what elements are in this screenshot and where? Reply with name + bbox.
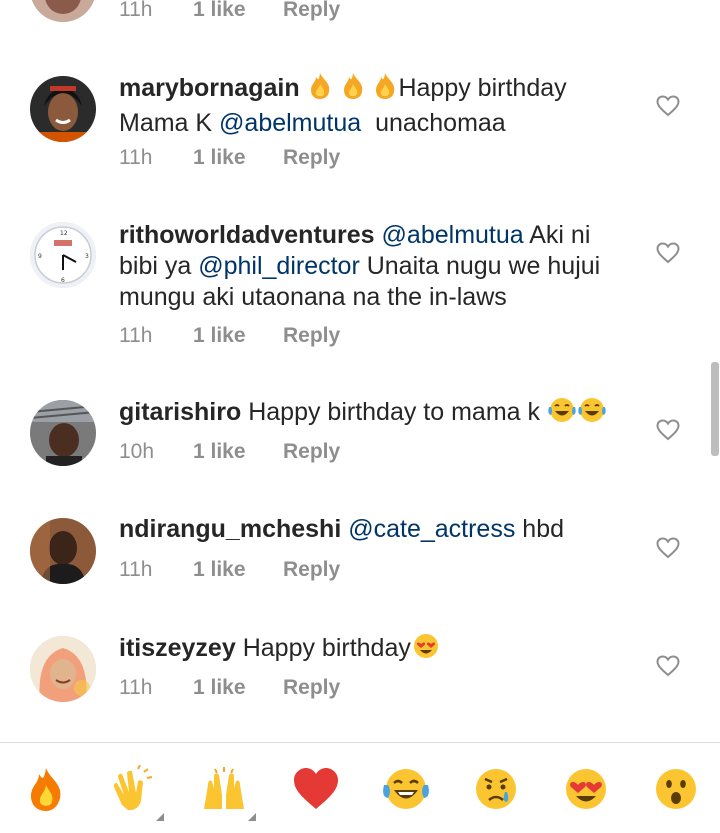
fire-icon	[340, 72, 366, 108]
reply-button[interactable]: Reply	[283, 675, 340, 701]
crying-face-icon[interactable]	[472, 765, 520, 813]
avatar[interactable]: 12 9 3 6	[30, 222, 96, 288]
comment-meta: 11h 1 like Reply	[119, 675, 340, 701]
comment-username[interactable]: ndirangu_mcheshi	[119, 515, 341, 543]
skin-tone-indicator	[156, 813, 164, 821]
reply-button[interactable]: Reply	[283, 557, 340, 583]
avatar[interactable]	[30, 76, 96, 142]
mention-link[interactable]: @abelmutua	[219, 109, 361, 137]
scrollbar[interactable]	[711, 362, 719, 456]
comment-username[interactable]: marybornagain	[119, 74, 300, 102]
mention-link[interactable]: @abelmutua	[382, 221, 524, 249]
heart-eyes-icon[interactable]	[562, 765, 610, 813]
mention-link[interactable]: @phil_director	[198, 252, 360, 280]
fire-icon	[372, 72, 398, 108]
heart-eyes-icon	[411, 632, 441, 668]
comment-text: rithoworldadventures @abelmutua Aki ni b…	[119, 220, 629, 313]
comment-likes[interactable]: 1 like	[193, 557, 283, 583]
comment-likes[interactable]: 1 like	[193, 323, 283, 349]
svg-text:9: 9	[38, 253, 42, 260]
svg-text:3: 3	[85, 253, 89, 260]
reply-button[interactable]: Reply	[283, 145, 340, 171]
raising-hands-icon[interactable]	[200, 765, 256, 821]
comment-likes[interactable]: 1 like	[193, 0, 283, 23]
comment-list[interactable]: 11h 1 like Reply marybornagain Happy birth…	[0, 0, 720, 742]
comment-body: unachomaa	[361, 109, 506, 137]
comment-time: 11h	[119, 676, 153, 699]
comment-text: itiszeyzey Happy birthday	[119, 632, 629, 668]
comment-username[interactable]: gitarishiro	[119, 398, 241, 426]
red-heart-icon[interactable]	[292, 765, 340, 813]
surprised-face-icon[interactable]	[652, 765, 700, 813]
like-heart-icon[interactable]	[656, 419, 680, 441]
reply-button[interactable]: Reply	[283, 439, 340, 465]
comment-body: Happy birthday	[242, 634, 411, 662]
comment-time: 10h	[119, 440, 155, 463]
avatar[interactable]	[30, 636, 96, 702]
quick-emoji-bar	[0, 742, 720, 833]
clapping-hands-icon[interactable]	[108, 765, 164, 821]
tears-of-joy-icon	[577, 396, 607, 432]
comment-likes[interactable]: 1 like	[193, 145, 283, 171]
like-heart-icon[interactable]	[656, 537, 680, 559]
reply-button[interactable]: Reply	[283, 0, 340, 23]
comment-body: hbd	[515, 515, 565, 543]
comment-likes[interactable]: 1 like	[193, 675, 283, 701]
comment-meta: 11h 1 like Reply	[119, 557, 340, 583]
fire-icon	[307, 72, 333, 108]
svg-text:12: 12	[60, 230, 68, 237]
comment-text: marybornagain Happy birthday Mama K @abe…	[119, 72, 629, 139]
comment-username[interactable]: itiszeyzey	[119, 634, 236, 662]
comment-body: Happy birthday to mama k	[248, 398, 547, 426]
comment-likes[interactable]: 1 like	[193, 439, 283, 465]
avatar[interactable]	[30, 0, 96, 22]
like-heart-icon[interactable]	[656, 242, 680, 264]
comment-meta: 11h 1 like Reply	[119, 145, 340, 171]
comment-meta: 11h 1 like Reply	[119, 323, 340, 349]
avatar[interactable]	[30, 518, 96, 584]
comment-text: gitarishiro Happy birthday to mama k	[119, 396, 629, 432]
like-heart-icon[interactable]	[656, 655, 680, 677]
like-heart-icon[interactable]	[656, 95, 680, 117]
comment-meta: 10h 1 like Reply	[119, 439, 340, 465]
comment-time: 11h	[119, 324, 153, 347]
svg-text:6: 6	[61, 277, 65, 284]
comment-time: 11h	[119, 146, 153, 169]
comment-text: ndirangu_mcheshi @cate_actress hbd	[119, 514, 629, 545]
comment-username[interactable]: rithoworldadventures	[119, 221, 375, 249]
comment-meta: 11h 1 like Reply	[119, 0, 340, 23]
tears-of-joy-icon	[547, 396, 577, 432]
reply-button[interactable]: Reply	[283, 323, 340, 349]
skin-tone-indicator	[248, 813, 256, 821]
tears-of-joy-icon[interactable]	[382, 765, 430, 813]
mention-link[interactable]: @cate_actress	[348, 515, 515, 543]
fire-icon[interactable]	[22, 765, 70, 813]
comment-time: 11h	[119, 0, 153, 21]
avatar[interactable]	[30, 400, 96, 466]
comment-time: 11h	[119, 558, 153, 581]
